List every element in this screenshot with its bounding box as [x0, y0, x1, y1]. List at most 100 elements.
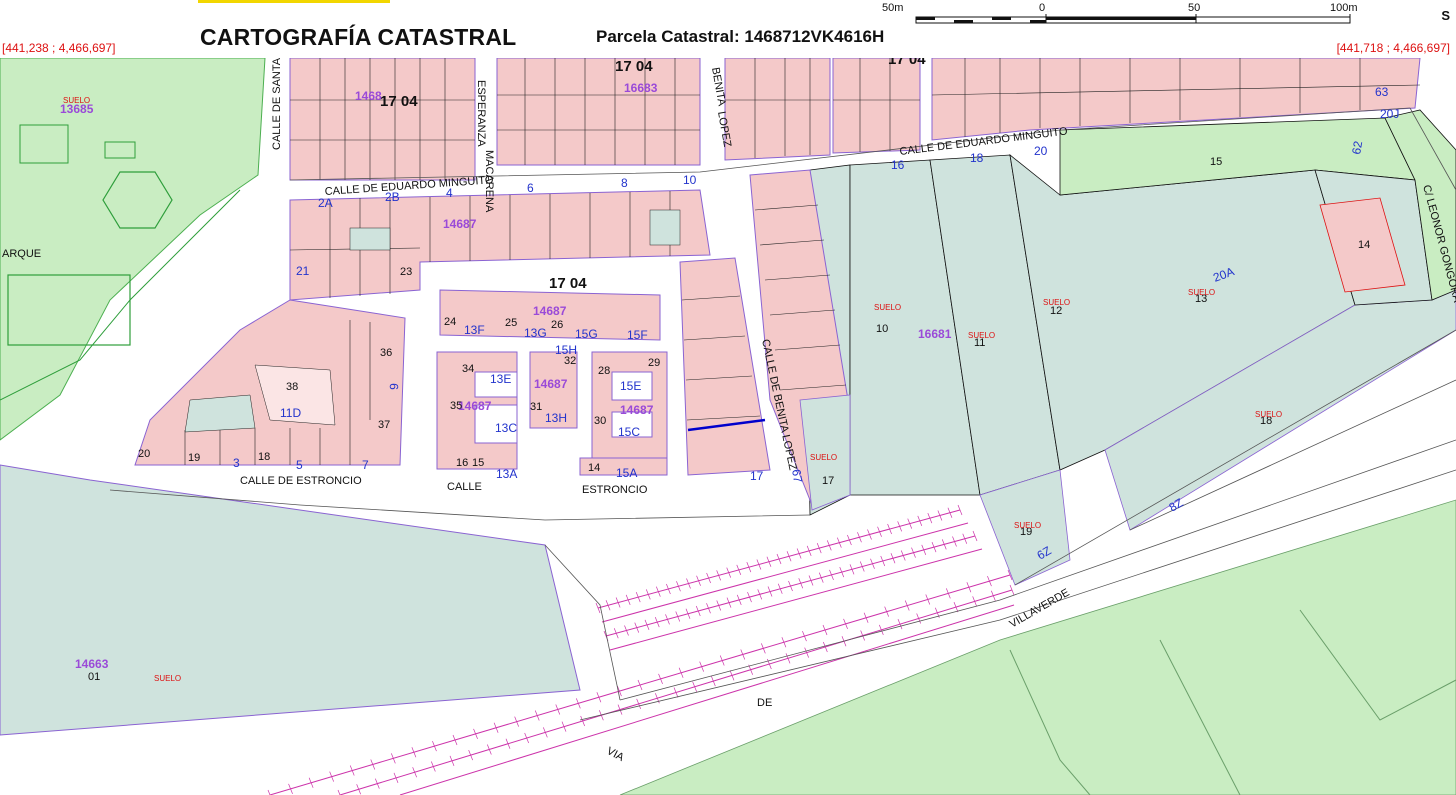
- plot-number-15a: 15A: [616, 466, 637, 480]
- suelo-label-5: SUELO: [1188, 288, 1215, 297]
- suelo-label-3: SUELO: [968, 331, 995, 340]
- suelo-label-7: SUELO: [810, 453, 837, 462]
- plot-number-25: 25: [505, 317, 517, 329]
- plot-number-13e: 13E: [490, 372, 511, 386]
- suelo-label-6: SUELO: [1255, 410, 1282, 419]
- suelo-label-1: SUELO: [63, 96, 90, 105]
- plot-number-15e: 15E: [620, 379, 641, 393]
- plot-number-10b: 10: [683, 173, 697, 187]
- plot-number-15: 15: [1210, 156, 1222, 168]
- plot-number-8: 8: [621, 176, 628, 190]
- plot-number-38: 38: [286, 381, 298, 393]
- plot-number-13c: 13C: [495, 421, 517, 435]
- plot-number-35: 35: [450, 400, 462, 412]
- plot-number-14: 14: [588, 462, 600, 474]
- plot-number-20: 20: [138, 448, 150, 460]
- plot-number-20j: 20J: [1380, 107, 1399, 121]
- ref-14687-e: 14687: [620, 403, 654, 417]
- plot-number-13g: 13G: [524, 326, 547, 340]
- suelo-label-4: SUELO: [1043, 298, 1070, 307]
- block-top-benita: [724, 58, 831, 161]
- street-label-estroncio-1: CALLE DE ESTRONCIO: [240, 475, 362, 487]
- block-triangle-green: [184, 394, 256, 433]
- plot-number-13a: 13A: [496, 467, 517, 481]
- plot-number-15f: 15F: [627, 328, 648, 342]
- plot-number-36: 36: [380, 347, 392, 359]
- plot-number-3: 3: [233, 456, 240, 470]
- green-courtyard-1: [349, 227, 391, 251]
- plot-number-2b: 2B: [385, 190, 400, 204]
- suelo-label-8: SUELO: [1014, 521, 1041, 530]
- street-label-santa: CALLE DE SANTA: [271, 58, 283, 150]
- plot-number-15g: 15G: [575, 327, 598, 341]
- block-top-center: [496, 58, 701, 166]
- block-label-2: 17 04: [615, 58, 653, 75]
- accent-bar: [198, 0, 390, 3]
- plot-number-2a: 2A: [318, 196, 333, 210]
- ref-14687-c: 14687: [534, 377, 568, 391]
- plot-number-31: 31: [530, 401, 542, 413]
- plot-number-13f: 13F: [464, 323, 485, 337]
- plot-number-15: 15: [472, 457, 484, 469]
- ref-14687-b: 14687: [533, 304, 567, 318]
- green-courtyard-2: [649, 209, 681, 246]
- ref-1468: 1468: [355, 89, 382, 103]
- plot-number-17t: 17: [750, 469, 764, 483]
- street-label-macarena: MACARENA: [483, 150, 495, 213]
- north-indicator: S: [1441, 8, 1450, 23]
- map-header: CARTOGRAFÍA CATASTRAL Parcela Catastral:…: [0, 0, 1456, 59]
- plot-number-01: 01: [88, 671, 100, 683]
- street-label-esperanza: ESPERANZA: [475, 80, 487, 147]
- block-label-1: 17 04: [380, 93, 418, 110]
- plot-number-18t: 18: [970, 151, 984, 165]
- ref-16681: 16681: [918, 327, 952, 341]
- coordinate-top-left: [441,238 ; 4,466,697]: [2, 41, 116, 55]
- street-label-de: DE: [757, 697, 772, 709]
- street-label-estroncio-2: ESTRONCIO: [582, 484, 648, 496]
- plot-number-63: 63: [1375, 85, 1389, 99]
- plot-number-34: 34: [462, 363, 474, 375]
- plot-number-10: 10: [876, 323, 888, 335]
- suelo-label-9: SUELO: [154, 674, 181, 683]
- plot-number-29: 29: [648, 357, 660, 369]
- plot-number-15h: 15H: [555, 343, 577, 357]
- street-label-calle: CALLE: [447, 481, 482, 493]
- plot-number-4: 4: [446, 186, 453, 200]
- plot-number-19-triangle: 19: [188, 452, 200, 464]
- plot-number-9: 9: [387, 383, 401, 390]
- plot-number-62: 62: [1349, 140, 1365, 156]
- plot-number-16: 16: [456, 457, 468, 469]
- block-top-west: [289, 58, 476, 181]
- plot-number-28: 28: [598, 365, 610, 377]
- plot-number-24: 24: [444, 316, 456, 328]
- plot-number-26: 26: [551, 319, 563, 331]
- plot-number-21: 21: [296, 264, 310, 278]
- coordinate-top-right: [441,718 ; 4,466,697]: [1336, 41, 1450, 55]
- ref-14687-d: 14687: [458, 399, 492, 413]
- ref-14663: 14663: [75, 657, 109, 671]
- plot-number-16t: 16: [891, 158, 905, 172]
- plot-number-6: 6: [527, 181, 534, 195]
- plot-number-67: 67: [789, 468, 805, 484]
- plot-number-17: 17: [822, 475, 834, 487]
- block-label-4: 17 04: [549, 275, 587, 292]
- plot-number-23: 23: [400, 266, 412, 278]
- street-label-parque: ARQUE: [2, 248, 41, 260]
- page-title: CARTOGRAFÍA CATASTRAL: [200, 24, 517, 50]
- block-top-mid: [832, 58, 921, 154]
- plot-number-5: 5: [296, 458, 303, 472]
- suelo-label-2: SUELO: [874, 303, 901, 312]
- parcel-reference: Parcela Catastral: 1468712VK4616H: [596, 27, 885, 46]
- plot-number-14: 14: [1358, 239, 1370, 251]
- plot-number-18-triangle: 18: [258, 451, 270, 463]
- ref-16683: 16683: [624, 81, 658, 95]
- plot-number-11d: 11D: [280, 406, 301, 420]
- plot-number-13h: 13H: [545, 411, 567, 425]
- block-label-3: 17 04: [888, 58, 926, 68]
- ref-14687-a: 14687: [443, 217, 477, 231]
- plot-number-20t: 20: [1034, 144, 1048, 158]
- plot-number-15c: 15C: [618, 425, 640, 439]
- plot-number-7: 7: [362, 458, 369, 472]
- plot-number-37: 37: [378, 419, 390, 431]
- cadastral-map[interactable]: 17 04 17 04 17 04 17 04 CALLE DE EDUARDO…: [0, 58, 1456, 795]
